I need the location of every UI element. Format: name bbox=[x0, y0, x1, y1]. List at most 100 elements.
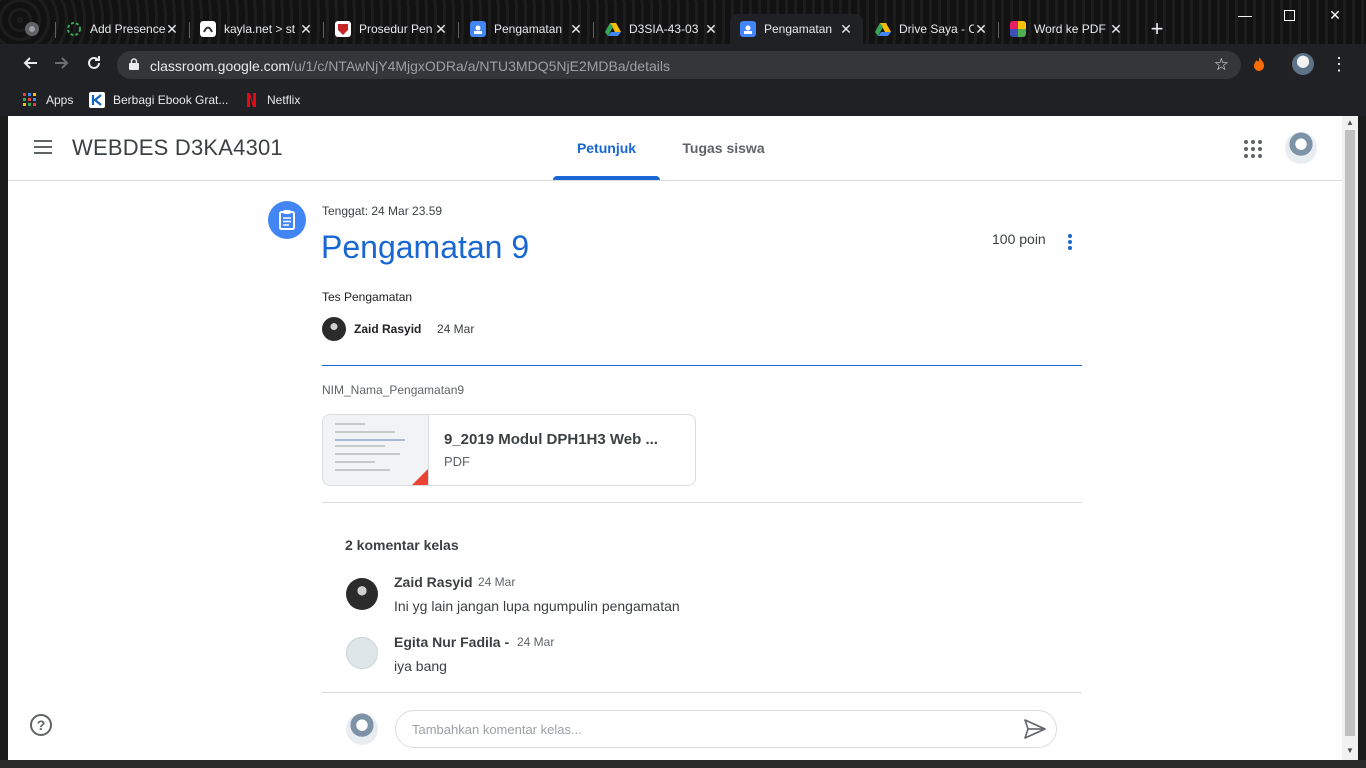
attachment-card[interactable]: 9_2019 Modul DPH1H3 Web ... PDF bbox=[322, 414, 696, 486]
reload-icon bbox=[88, 56, 100, 69]
pdf-corner-icon bbox=[412, 469, 428, 485]
tab-d3sia[interactable]: D3SIA-43-03 ✕ bbox=[595, 14, 728, 44]
tab-title: Add Presence bbox=[90, 22, 165, 36]
globe-icon bbox=[25, 22, 39, 36]
close-icon[interactable]: ✕ bbox=[974, 21, 988, 38]
google-apps-icon[interactable] bbox=[1244, 140, 1262, 158]
minimize-button[interactable]: — bbox=[1222, 0, 1268, 30]
class-comment-input[interactable] bbox=[395, 710, 1057, 748]
extension-flame-icon[interactable] bbox=[1251, 56, 1267, 72]
scrollbar-thumb[interactable] bbox=[1345, 130, 1355, 736]
points: 100 poin bbox=[992, 231, 1046, 247]
maximize-button[interactable] bbox=[1266, 0, 1312, 30]
assignment-description: Tes Pengamatan bbox=[322, 290, 413, 304]
commenter-avatar bbox=[346, 637, 378, 669]
star-icon[interactable]: ☆ bbox=[1214, 55, 1229, 75]
attachment-name: 9_2019 Modul DPH1H3 Web ... bbox=[444, 431, 658, 448]
taskbar-edge bbox=[0, 760, 1366, 768]
scroll-down-arrow-icon[interactable]: ▼ bbox=[1346, 746, 1354, 755]
netflix-icon bbox=[247, 93, 256, 107]
bookmark-netflix[interactable]: Netflix bbox=[243, 90, 300, 110]
page-scrollbar[interactable]: ▲ ▼ bbox=[1342, 116, 1358, 760]
window-edge bbox=[1358, 116, 1366, 768]
comment-text: iya bang bbox=[394, 658, 447, 674]
tab-title: D3SIA-43-03 bbox=[629, 22, 699, 36]
assignment-title: Pengamatan 9 bbox=[321, 229, 530, 265]
bookmark-apps[interactable]: Apps bbox=[22, 90, 73, 110]
class-title[interactable]: WEBDES D3KA4301 bbox=[72, 135, 283, 161]
send-icon[interactable] bbox=[1024, 719, 1046, 739]
menu-dots-icon[interactable]: ⋮ bbox=[1330, 54, 1348, 74]
tab-title: Drive Saya - C bbox=[899, 22, 974, 36]
divider bbox=[322, 692, 1082, 693]
commenter-avatar bbox=[346, 578, 378, 610]
close-icon[interactable]: ✕ bbox=[299, 21, 313, 38]
address-bar[interactable]: classroom.google.com/u/1/c/NTAwNjY4MjgxO… bbox=[117, 51, 1241, 79]
tab-petunjuk[interactable]: Petunjuk bbox=[553, 116, 660, 180]
close-icon[interactable]: ✕ bbox=[434, 21, 448, 38]
classroom-icon bbox=[740, 21, 756, 37]
tab-pengamatan-active[interactable]: Pengamatan ✕ bbox=[730, 14, 863, 44]
apps-icon bbox=[23, 93, 36, 106]
tab-title: Word ke PDF bbox=[1034, 22, 1106, 36]
back-button[interactable] bbox=[18, 53, 42, 77]
account-avatar[interactable] bbox=[1285, 132, 1317, 164]
close-icon[interactable]: ✕ bbox=[569, 21, 583, 38]
author-avatar bbox=[322, 317, 346, 341]
help-icon[interactable]: ? bbox=[30, 714, 52, 736]
kayla-icon bbox=[200, 21, 216, 37]
university-icon bbox=[335, 21, 351, 37]
due-date: Tenggat: 24 Mar 23.59 bbox=[322, 204, 443, 218]
close-icon[interactable]: ✕ bbox=[704, 21, 718, 38]
tab-kayla[interactable]: kayla.net > st ✕ bbox=[190, 14, 323, 44]
close-icon[interactable]: ✕ bbox=[839, 21, 853, 38]
reload-button[interactable] bbox=[82, 53, 106, 77]
tab-pengamatan-1[interactable]: Pengamatan ✕ bbox=[460, 14, 593, 44]
clipboard-icon bbox=[279, 210, 295, 230]
class-comments-title[interactable]: 2 komentar kelas bbox=[345, 537, 459, 553]
drive-icon bbox=[605, 23, 621, 36]
word-to-pdf-icon bbox=[1010, 21, 1026, 37]
my-avatar bbox=[346, 713, 378, 745]
forward-button[interactable] bbox=[50, 53, 74, 77]
attachment-type: PDF bbox=[444, 454, 470, 469]
lock-icon bbox=[129, 58, 139, 70]
arrow-right-icon bbox=[55, 57, 69, 69]
more-options-icon[interactable] bbox=[1064, 234, 1076, 254]
arrow-left-icon bbox=[23, 57, 37, 69]
url-text: classroom.google.com/u/1/c/NTAwNjY4MjgxO… bbox=[150, 58, 670, 74]
browser-toolbar: classroom.google.com/u/1/c/NTAwNjY4MjgxO… bbox=[0, 44, 1366, 84]
close-window-button[interactable]: ✕ bbox=[1312, 0, 1358, 30]
tab-pinned[interactable] bbox=[14, 14, 54, 44]
bookmarks-bar: Apps Berbagi Ebook Grat... Netflix bbox=[0, 84, 1366, 116]
close-icon[interactable]: ✕ bbox=[1109, 21, 1123, 38]
bookmark-ebook[interactable]: Berbagi Ebook Grat... bbox=[89, 90, 228, 110]
classroom-header: WEBDES D3KA4301 Petunjuk Tugas siswa bbox=[8, 116, 1342, 181]
tab-tugas-siswa[interactable]: Tugas siswa bbox=[670, 116, 777, 180]
tab-title: kayla.net > st bbox=[224, 22, 296, 36]
url-path: /u/1/c/NTAwNjY4MjgxODRa/a/NTU3MDQ5NjE2MD… bbox=[290, 58, 670, 74]
scroll-up-arrow-icon[interactable]: ▲ bbox=[1346, 118, 1354, 127]
presence-icon bbox=[67, 22, 81, 36]
comment-date: 24 Mar bbox=[517, 635, 555, 649]
author-name: Zaid Rasyid bbox=[354, 322, 422, 336]
divider bbox=[322, 502, 1082, 503]
hamburger-menu-icon[interactable] bbox=[34, 140, 52, 154]
comment-date: 24 Mar bbox=[478, 575, 516, 589]
close-icon[interactable]: ✕ bbox=[165, 21, 179, 38]
profile-avatar[interactable] bbox=[1292, 53, 1314, 75]
browser-titlebar: Add Presence ✕ kayla.net > st ✕ Prosedur… bbox=[0, 0, 1366, 44]
tab-label: Petunjuk bbox=[576, 140, 637, 156]
tab-drive-saya[interactable]: Drive Saya - C ✕ bbox=[865, 14, 998, 44]
tab-title: Prosedur Pen bbox=[359, 22, 433, 36]
tab-title: Pengamatan bbox=[494, 22, 563, 36]
drive-icon bbox=[875, 23, 891, 36]
commenter-name: Zaid Rasyid bbox=[394, 574, 473, 590]
pdf-thumbnail bbox=[323, 415, 429, 485]
tab-add-presence[interactable]: Add Presence ✕ bbox=[56, 14, 189, 44]
tab-prosedur[interactable]: Prosedur Pen ✕ bbox=[325, 14, 458, 44]
tab-word-ke-pdf[interactable]: Word ke PDF ✕ bbox=[1000, 14, 1133, 44]
active-tab-indicator bbox=[553, 176, 660, 180]
bookmark-label: Apps bbox=[46, 93, 74, 107]
new-tab-button[interactable]: + bbox=[1146, 18, 1168, 40]
